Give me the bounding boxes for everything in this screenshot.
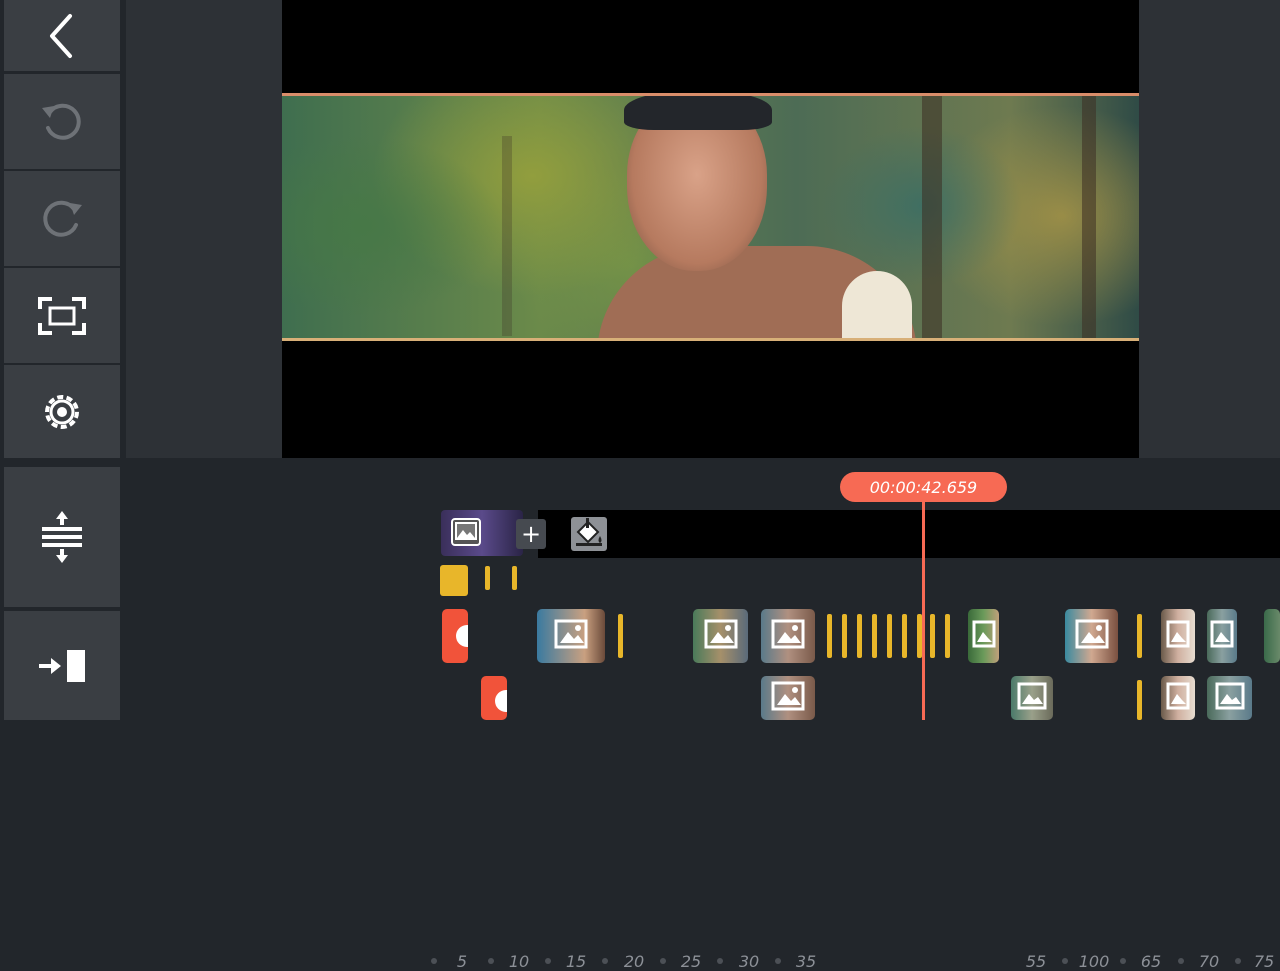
image-clip[interactable] bbox=[537, 609, 605, 663]
image-icon bbox=[1166, 682, 1190, 714]
audio-marker[interactable] bbox=[1137, 614, 1142, 658]
image-icon bbox=[1210, 620, 1234, 652]
current-time: 00:00:42.659 bbox=[869, 477, 978, 497]
image-clip[interactable] bbox=[761, 676, 815, 720]
image-icon bbox=[554, 619, 588, 653]
audio-marker[interactable] bbox=[930, 614, 935, 658]
playhead[interactable] bbox=[922, 500, 925, 720]
sticker-clip[interactable] bbox=[481, 676, 507, 720]
image-icon bbox=[1075, 619, 1109, 653]
video-frame bbox=[282, 93, 1139, 341]
audio-marker[interactable] bbox=[887, 614, 892, 658]
image-clip[interactable] bbox=[1264, 609, 1280, 663]
toolbar bbox=[4, 0, 120, 458]
ruler-label: 100 bbox=[1078, 952, 1110, 971]
back-button[interactable] bbox=[4, 0, 120, 71]
person-shirt bbox=[842, 271, 912, 338]
image-icon bbox=[1166, 620, 1190, 652]
audio-marker[interactable] bbox=[485, 566, 490, 590]
image-clip[interactable] bbox=[1065, 609, 1118, 663]
image-clip[interactable] bbox=[693, 609, 748, 663]
audio-marker[interactable] bbox=[618, 614, 623, 658]
ruler-label: 55 bbox=[1025, 952, 1047, 971]
redo-button[interactable] bbox=[4, 171, 120, 266]
image-clip[interactable] bbox=[1011, 676, 1053, 720]
gear-icon bbox=[40, 390, 84, 434]
audio-clip[interactable] bbox=[440, 565, 468, 596]
timeline-toolbar bbox=[4, 467, 120, 720]
image-clip[interactable] bbox=[1161, 609, 1195, 663]
person-cap bbox=[624, 96, 772, 130]
ruler-label: 10 bbox=[508, 952, 530, 971]
main-video-track[interactable] bbox=[538, 510, 1280, 558]
chevron-left-icon bbox=[42, 11, 82, 61]
image-clip[interactable] bbox=[1161, 676, 1195, 720]
ruler-label: 65 bbox=[1140, 952, 1162, 971]
audio-marker[interactable] bbox=[842, 614, 847, 658]
image-clip[interactable] bbox=[1207, 676, 1252, 720]
audio-marker[interactable] bbox=[872, 614, 877, 658]
timeline[interactable] bbox=[126, 467, 1280, 720]
audio-marker[interactable] bbox=[1137, 680, 1142, 720]
image-clip[interactable] bbox=[1207, 609, 1237, 663]
expand-vertical-icon bbox=[40, 511, 84, 563]
image-icon bbox=[771, 619, 805, 653]
ruler-label: 15 bbox=[565, 952, 587, 971]
audio-marker[interactable] bbox=[827, 614, 832, 658]
fullscreen-button[interactable] bbox=[4, 268, 120, 363]
audio-marker[interactable] bbox=[512, 566, 517, 590]
undo-button[interactable] bbox=[4, 74, 120, 169]
plus-icon: + bbox=[520, 520, 542, 548]
ruler-label: 20 bbox=[623, 952, 645, 971]
background-fill-button[interactable] bbox=[571, 517, 607, 551]
image-icon bbox=[771, 681, 805, 715]
video-preview[interactable] bbox=[282, 0, 1139, 458]
image-icon bbox=[451, 518, 481, 550]
image-icon bbox=[1215, 682, 1245, 714]
export-icon bbox=[37, 648, 87, 684]
ruler-label: 30 bbox=[738, 952, 760, 971]
redo-icon bbox=[38, 195, 86, 243]
ruler-label: 35 bbox=[795, 952, 817, 971]
paint-bucket-icon bbox=[574, 518, 604, 550]
ruler-label: 25 bbox=[680, 952, 702, 971]
image-icon bbox=[1017, 682, 1047, 714]
ruler-label: 75 bbox=[1253, 952, 1275, 971]
image-icon bbox=[972, 620, 996, 652]
ruler-label: 5 bbox=[456, 952, 468, 971]
timeline-ruler[interactable]: 5 10 15 20 25 30 35 55 100 65 70 75 bbox=[0, 475, 1280, 971]
settings-button[interactable] bbox=[4, 365, 120, 458]
fit-screen-icon bbox=[36, 295, 88, 337]
add-media-button[interactable]: + bbox=[516, 519, 546, 549]
audio-marker[interactable] bbox=[902, 614, 907, 658]
image-clip[interactable] bbox=[968, 609, 999, 663]
export-button[interactable] bbox=[4, 611, 120, 720]
background-clip[interactable] bbox=[441, 510, 523, 556]
image-clip[interactable] bbox=[761, 609, 815, 663]
image-icon bbox=[704, 619, 738, 653]
undo-icon bbox=[38, 98, 86, 146]
audio-marker[interactable] bbox=[945, 614, 950, 658]
current-time-indicator[interactable]: 00:00:42.659 bbox=[840, 472, 1007, 502]
sticker-clip[interactable] bbox=[442, 609, 468, 663]
audio-marker[interactable] bbox=[857, 614, 862, 658]
ruler-label: 70 bbox=[1198, 952, 1220, 971]
